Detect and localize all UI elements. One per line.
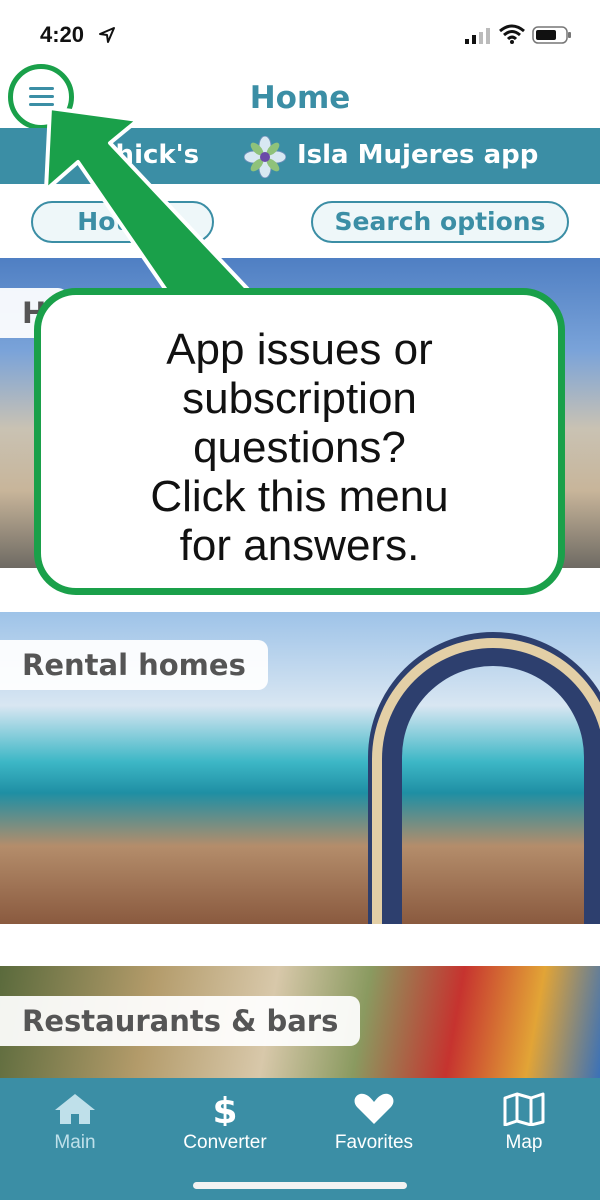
map-icon xyxy=(503,1092,545,1126)
cellular-signal-icon xyxy=(465,28,490,44)
rental-homes-card-label: Rental homes xyxy=(0,640,268,690)
nav-header: Home xyxy=(0,64,600,130)
svg-text:$: $ xyxy=(212,1092,237,1126)
banner-title-right: Isla Mujeres app xyxy=(297,140,539,170)
hamburger-line xyxy=(29,103,54,106)
restaurants-bars-card[interactable]: Restaurants & bars xyxy=(0,966,600,1078)
hotels-filter-button[interactable]: Hotels xyxy=(31,201,214,243)
tab-map[interactable]: Map xyxy=(464,1092,584,1162)
tab-converter[interactable]: $ Converter xyxy=(165,1092,285,1162)
tab-map-label: Map xyxy=(505,1132,543,1153)
help-callout: App issues or subscription questions? Cl… xyxy=(34,288,565,595)
hamburger-menu-button[interactable] xyxy=(8,64,74,130)
status-bar: 4:20 xyxy=(0,0,600,70)
search-options-button[interactable]: Search options xyxy=(311,201,569,243)
arch-trim xyxy=(372,638,600,924)
hamburger-line xyxy=(29,95,54,98)
tab-favorites-label: Favorites xyxy=(334,1132,414,1153)
heart-icon xyxy=(354,1093,394,1124)
tab-main-label: Main xyxy=(54,1132,96,1153)
callout-text: App issues or subscription questions? Cl… xyxy=(150,325,449,570)
tab-favorites[interactable]: Favorites xyxy=(314,1092,434,1162)
home-icon xyxy=(55,1094,95,1124)
location-arrow-icon xyxy=(99,27,115,43)
restaurants-bars-card-label: Restaurants & bars xyxy=(0,996,361,1046)
battery-icon xyxy=(532,26,571,44)
wifi-icon xyxy=(499,24,525,44)
home-indicator[interactable] xyxy=(193,1182,407,1189)
banner-title-left: opChick's xyxy=(60,140,200,170)
rental-homes-card[interactable]: Rental homes xyxy=(0,612,600,924)
status-time: 4:20 xyxy=(40,22,85,47)
flower-logo-icon xyxy=(244,136,286,178)
tab-converter-label: Converter xyxy=(183,1132,267,1153)
page-title: Home xyxy=(249,80,351,116)
app-banner: opChick's Isla Mujeres app xyxy=(0,128,600,184)
tab-main[interactable]: Main xyxy=(15,1092,135,1162)
hamburger-menu-icon xyxy=(29,87,54,90)
dollar-icon: $ xyxy=(212,1092,237,1126)
